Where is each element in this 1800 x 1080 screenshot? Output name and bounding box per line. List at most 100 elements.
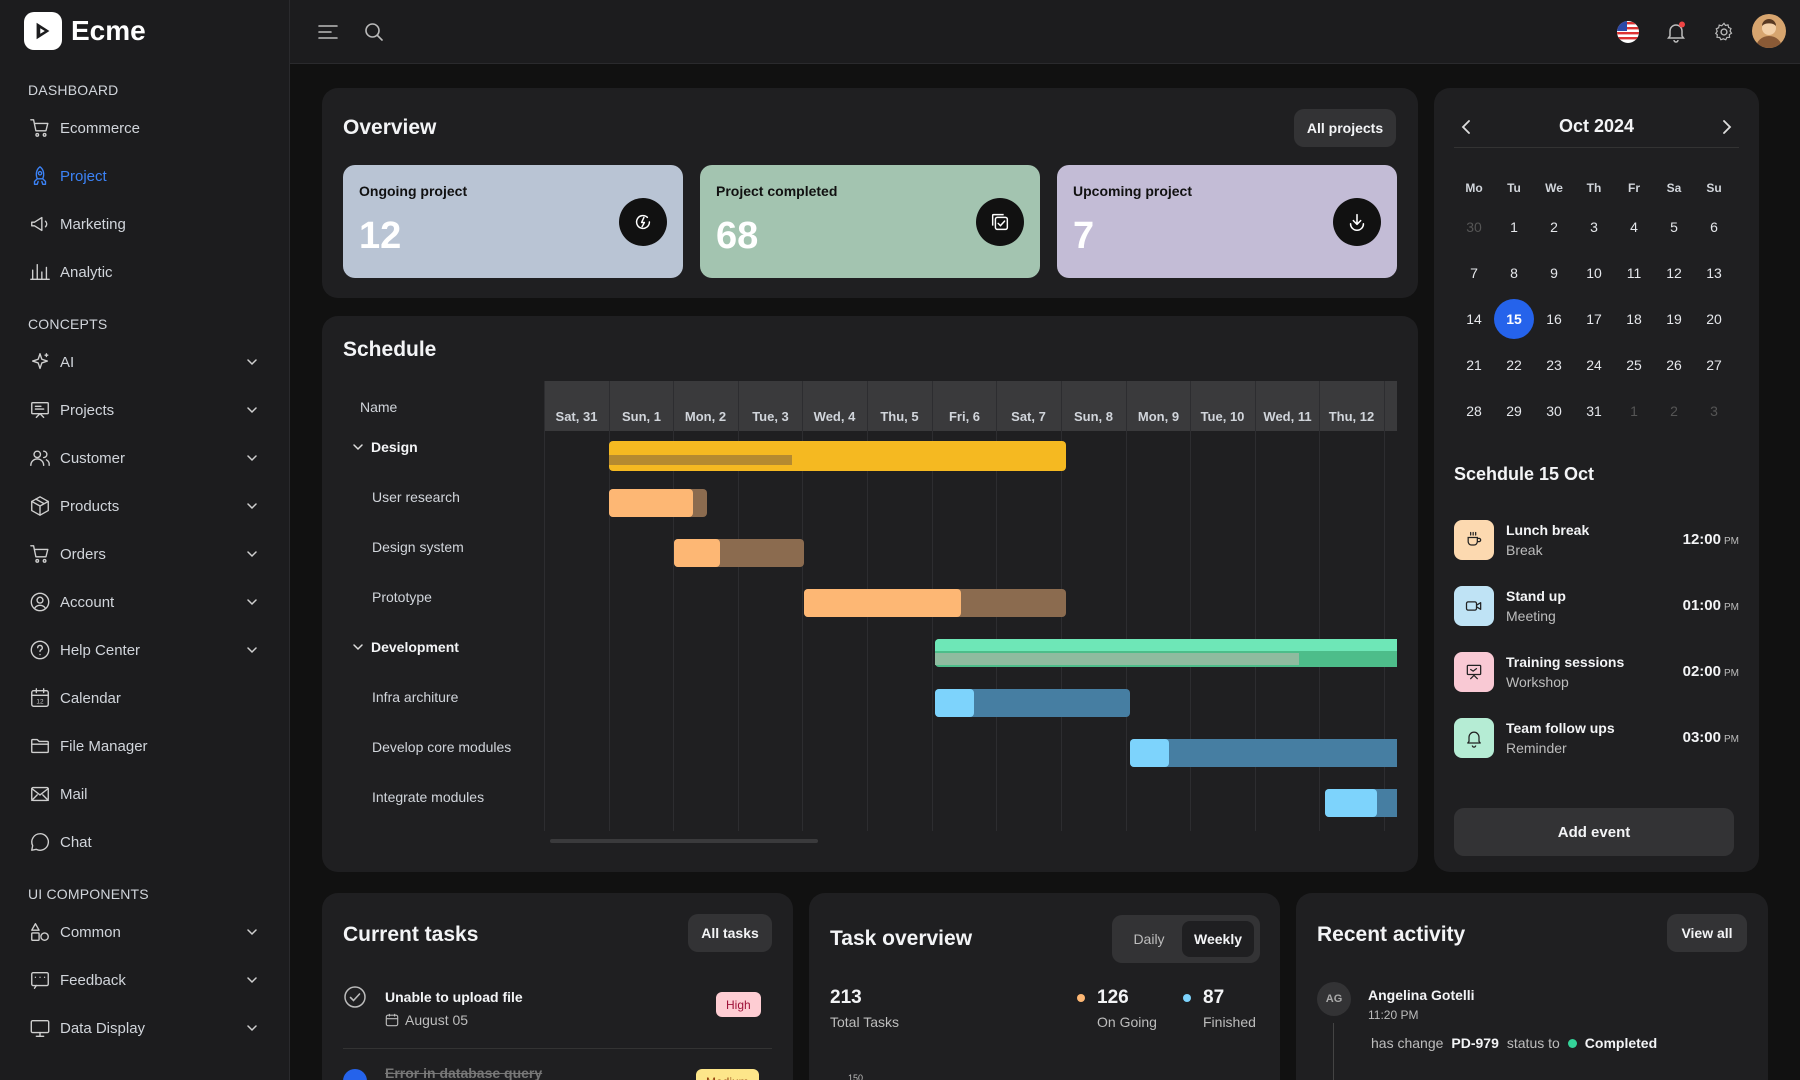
sidebar-item-products[interactable]: Products bbox=[0, 482, 289, 530]
schedule-event[interactable]: Team follow ups Reminder 03:00 PM bbox=[1454, 714, 1739, 762]
gantt-group-row[interactable]: Development bbox=[342, 622, 532, 672]
calendar-day-selected[interactable]: 15 bbox=[1494, 296, 1534, 342]
gantt-bar-core-modules[interactable] bbox=[1130, 739, 1397, 767]
sidebar-item-mail[interactable]: Mail bbox=[0, 770, 289, 818]
schedule-event[interactable]: Training sessions Workshop 02:00 PM bbox=[1454, 648, 1739, 696]
all-tasks-button[interactable]: All tasks bbox=[688, 914, 772, 952]
calendar-week-row: 14 15 16 17 18 19 20 bbox=[1454, 296, 1734, 342]
calendar-day[interactable]: 14 bbox=[1454, 296, 1494, 342]
calendar-day[interactable]: 9 bbox=[1534, 250, 1574, 296]
calendar-day[interactable]: 13 bbox=[1694, 250, 1734, 296]
calendar-day[interactable]: 23 bbox=[1534, 342, 1574, 388]
task-checkbox-checked[interactable] bbox=[343, 1069, 367, 1080]
sidebar-item-calendar[interactable]: 12 Calendar bbox=[0, 674, 289, 722]
sidebar-item-label: Mail bbox=[60, 785, 88, 803]
notification-bell-icon[interactable] bbox=[1664, 20, 1688, 44]
sidebar-item-feedback[interactable]: Feedback bbox=[0, 956, 289, 1004]
calendar-day[interactable]: 16 bbox=[1534, 296, 1574, 342]
calendar-day[interactable]: 30 bbox=[1454, 204, 1494, 250]
gantt-task-row[interactable]: Prototype bbox=[342, 572, 532, 622]
sidebar-item-file-manager[interactable]: File Manager bbox=[0, 722, 289, 770]
calendar-day[interactable]: 30 bbox=[1534, 388, 1574, 434]
sidebar-item-ai[interactable]: AI bbox=[0, 338, 289, 386]
add-event-button[interactable]: Add event bbox=[1454, 808, 1734, 856]
gantt-column-label: Sun, 8 bbox=[1073, 409, 1113, 424]
settings-gear-icon[interactable] bbox=[1712, 20, 1736, 44]
sidebar-item-orders[interactable]: Orders bbox=[0, 530, 289, 578]
calendar-day[interactable]: 1 bbox=[1494, 204, 1534, 250]
calendar-day[interactable]: 24 bbox=[1574, 342, 1614, 388]
calendar-day[interactable]: 8 bbox=[1494, 250, 1534, 296]
coffee-icon bbox=[1454, 520, 1494, 560]
sidebar-item-marketing[interactable]: Marketing bbox=[0, 200, 289, 248]
menu-toggle-icon[interactable] bbox=[316, 20, 340, 44]
sidebar-item-common[interactable]: Common bbox=[0, 908, 289, 956]
upcoming-project-tile[interactable]: Upcoming project 7 bbox=[1057, 165, 1397, 278]
sidebar-item-ecommerce[interactable]: Ecommerce bbox=[0, 104, 289, 152]
sidebar-item-customer[interactable]: Customer bbox=[0, 434, 289, 482]
gantt-task-row[interactable]: Develop core modules bbox=[342, 722, 532, 772]
calendar-day[interactable]: 5 bbox=[1654, 204, 1694, 250]
prev-month-icon[interactable] bbox=[1454, 115, 1478, 139]
calendar-day[interactable]: 18 bbox=[1614, 296, 1654, 342]
tab-weekly[interactable]: Weekly bbox=[1182, 921, 1254, 957]
calendar-day[interactable]: 3 bbox=[1694, 388, 1734, 434]
task-title[interactable]: Unable to upload file bbox=[385, 989, 523, 1005]
calendar-day[interactable]: 28 bbox=[1454, 388, 1494, 434]
calendar-day[interactable]: 17 bbox=[1574, 296, 1614, 342]
sidebar-item-help-center[interactable]: Help Center bbox=[0, 626, 289, 674]
calendar-day[interactable]: 2 bbox=[1534, 204, 1574, 250]
sidebar-item-analytic[interactable]: Analytic bbox=[0, 248, 289, 296]
gantt-task-row[interactable]: Infra architure bbox=[342, 672, 532, 722]
tab-daily[interactable]: Daily bbox=[1118, 921, 1180, 957]
calendar-day[interactable]: 6 bbox=[1694, 204, 1734, 250]
calendar-day[interactable]: 19 bbox=[1654, 296, 1694, 342]
task-title[interactable]: Error in database query bbox=[385, 1065, 542, 1080]
calendar-day[interactable]: 26 bbox=[1654, 342, 1694, 388]
gantt-task-row[interactable]: User research bbox=[342, 472, 532, 522]
activity-ticket[interactable]: PD-979 bbox=[1451, 1035, 1498, 1051]
calendar-day[interactable]: 1 bbox=[1614, 388, 1654, 434]
calendar-day[interactable]: 20 bbox=[1694, 296, 1734, 342]
us-flag-icon[interactable] bbox=[1616, 20, 1640, 44]
task-complete-checkbox[interactable] bbox=[343, 985, 367, 1009]
sidebar-item-projects[interactable]: Projects bbox=[0, 386, 289, 434]
chevron-down-icon[interactable] bbox=[352, 441, 364, 453]
ongoing-project-tile[interactable]: Ongoing project 12 bbox=[343, 165, 683, 278]
sidebar-item-account[interactable]: Account bbox=[0, 578, 289, 626]
schedule-event[interactable]: Lunch break Break 12:00 PM bbox=[1454, 516, 1739, 564]
calendar-day[interactable]: 12 bbox=[1654, 250, 1694, 296]
calendar-day[interactable]: 7 bbox=[1454, 250, 1494, 296]
calendar-day[interactable]: 25 bbox=[1614, 342, 1654, 388]
calendar-day[interactable]: 2 bbox=[1654, 388, 1694, 434]
gantt-group-row[interactable]: Design bbox=[342, 422, 532, 472]
search-icon[interactable] bbox=[362, 20, 386, 44]
gantt-scrollbar[interactable] bbox=[550, 839, 818, 843]
calendar-day[interactable]: 31 bbox=[1574, 388, 1614, 434]
calendar-day[interactable]: 3 bbox=[1574, 204, 1614, 250]
gantt-task-row[interactable]: Design system bbox=[342, 522, 532, 572]
calendar-day[interactable]: 11 bbox=[1614, 250, 1654, 296]
brand[interactable]: Ecme bbox=[0, 0, 289, 62]
activity-user-name[interactable]: Angelina Gotelli bbox=[1368, 987, 1475, 1003]
schedule-event[interactable]: Stand up Meeting 01:00 PM bbox=[1454, 582, 1739, 630]
gantt-task-row[interactable]: Integrate modules bbox=[342, 772, 532, 822]
all-projects-button[interactable]: All projects bbox=[1294, 109, 1396, 147]
sidebar-item-project[interactable]: Project bbox=[0, 152, 289, 200]
task-divider bbox=[343, 1048, 772, 1049]
calendar-day[interactable]: 27 bbox=[1694, 342, 1734, 388]
sidebar-item-data-display[interactable]: Data Display bbox=[0, 1004, 289, 1052]
calendar-day[interactable]: 21 bbox=[1454, 342, 1494, 388]
user-avatar[interactable] bbox=[1752, 14, 1786, 48]
gantt-progress-development bbox=[935, 653, 1299, 665]
calendar-day[interactable]: 4 bbox=[1614, 204, 1654, 250]
next-month-icon[interactable] bbox=[1715, 115, 1739, 139]
calendar-day-number: 26 bbox=[1666, 357, 1682, 373]
calendar-day[interactable]: 22 bbox=[1494, 342, 1534, 388]
calendar-day[interactable]: 29 bbox=[1494, 388, 1534, 434]
sidebar-item-chat[interactable]: Chat bbox=[0, 818, 289, 866]
calendar-day[interactable]: 10 bbox=[1574, 250, 1614, 296]
chevron-down-icon[interactable] bbox=[352, 641, 364, 653]
view-all-button[interactable]: View all bbox=[1667, 914, 1747, 952]
project-completed-tile[interactable]: Project completed 68 bbox=[700, 165, 1040, 278]
